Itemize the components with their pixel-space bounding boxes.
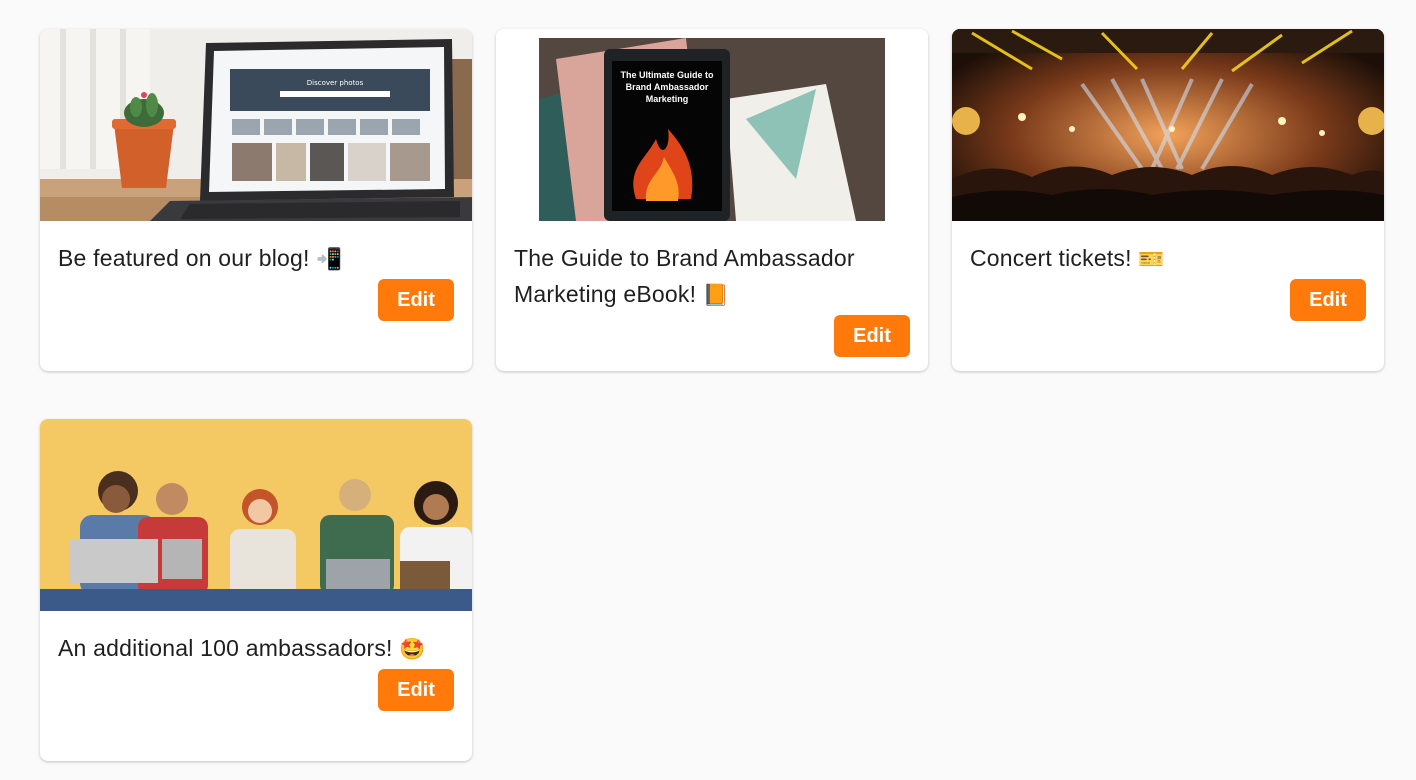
ticket-icon: 🎫	[1138, 247, 1165, 271]
orange-book-icon: 📙	[702, 283, 730, 307]
friends-photo-image	[40, 419, 472, 611]
ebook-cover-photo: The Ultimate Guide to Brand Ambassador M…	[496, 29, 928, 221]
reward-title-text: An additional 100 ambassadors!	[58, 635, 393, 661]
group-of-friends-photo	[40, 419, 472, 611]
reward-title: An additional 100 ambassadors! 🤩	[58, 630, 454, 667]
reward-title: Concert tickets! 🎫	[970, 240, 1366, 277]
ebook-cover-text: The Ultimate Guide to Brand Ambassador M…	[620, 70, 714, 104]
laptop-photo-image: Discover photos	[40, 29, 472, 221]
card-actions: Edit	[514, 315, 910, 357]
reward-card: An additional 100 ambassadors! 🤩 Edit	[40, 419, 472, 761]
edit-button[interactable]: Edit	[378, 669, 454, 711]
reward-title-text: The Guide to Brand Ambassador Marketing …	[514, 245, 855, 307]
reward-title-text: Concert tickets!	[970, 245, 1132, 271]
card-actions: Edit	[58, 669, 454, 711]
mobile-phone-icon: 📲	[316, 247, 343, 271]
reward-card: Discover photos Be featured on our blog!…	[40, 29, 472, 371]
ebook-photo-image	[496, 29, 928, 221]
reward-title: Be featured on our blog! 📲	[58, 240, 454, 277]
svg-text:Discover photos: Discover photos	[307, 79, 364, 87]
reward-title: The Guide to Brand Ambassador Marketing …	[514, 240, 910, 313]
star-struck-icon: 🤩	[399, 637, 426, 661]
concert-crowd-photo	[952, 29, 1384, 221]
card-actions: Edit	[970, 279, 1366, 321]
reward-title-text: Be featured on our blog!	[58, 245, 310, 271]
edit-button[interactable]: Edit	[1290, 279, 1366, 321]
rewards-grid: Discover photos Be featured on our blog!…	[40, 29, 1384, 761]
card-actions: Edit	[58, 279, 454, 321]
reward-card: Concert tickets! 🎫 Edit	[952, 29, 1384, 371]
laptop-on-desk-photo: Discover photos	[40, 29, 472, 221]
concert-photo-image	[952, 29, 1384, 221]
edit-button[interactable]: Edit	[378, 279, 454, 321]
reward-card: The Ultimate Guide to Brand Ambassador M…	[496, 29, 928, 371]
edit-button[interactable]: Edit	[834, 315, 910, 357]
